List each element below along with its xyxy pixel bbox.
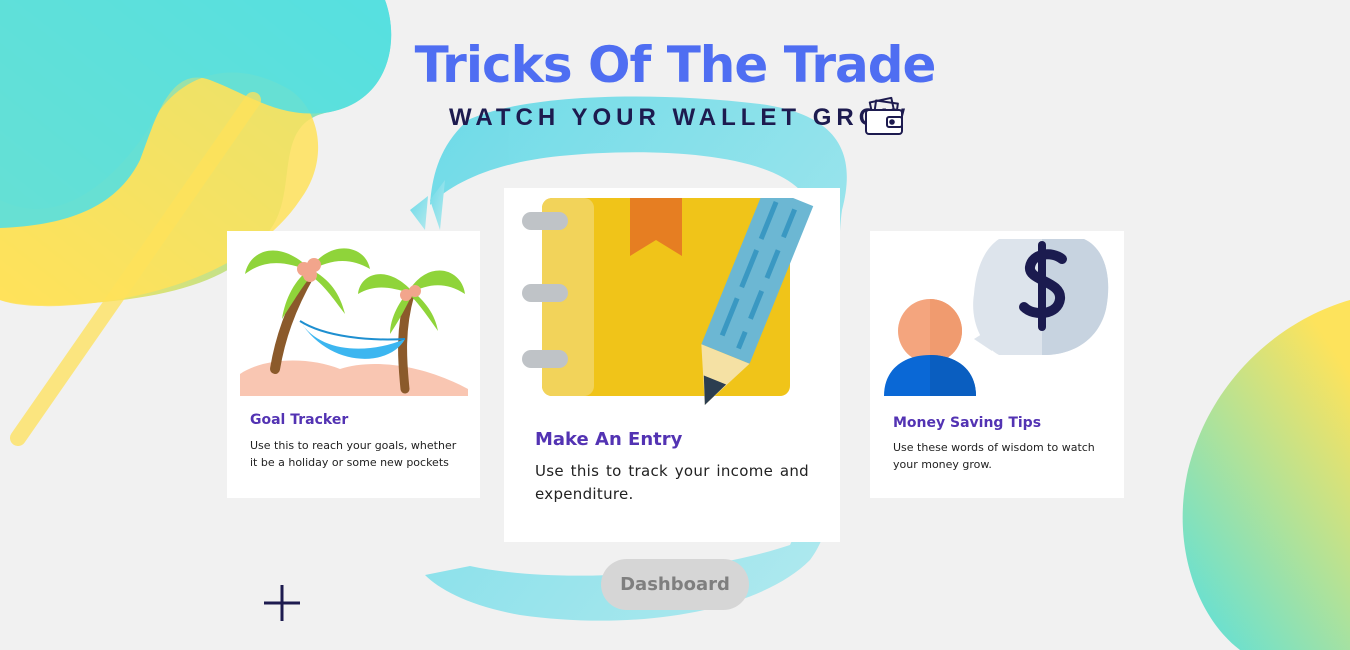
notebook-pencil-illustration <box>522 198 814 406</box>
page-subtitle: WATCH YOUR WALLET GROW <box>449 104 911 131</box>
card-description: Use these words of wisdom to watch your … <box>893 441 1095 471</box>
plus-icon[interactable] <box>263 584 301 622</box>
make-entry-card[interactable]: Make An Entry Use this to track your inc… <box>504 188 840 542</box>
bottom-right-blob <box>1182 300 1350 650</box>
person-dollar-speech-bubble-illustration <box>884 239 1109 396</box>
card-title: Make An Entry <box>535 429 683 450</box>
card-description: Use this to reach your goals, whether it… <box>250 439 457 469</box>
money-saving-tips-card[interactable]: Money Saving Tips Use these words of wis… <box>870 231 1124 498</box>
card-title: Goal Tracker <box>250 412 349 428</box>
page-title: Tricks Of The Trade <box>414 36 937 94</box>
dashboard-button[interactable]: Dashboard <box>601 559 749 610</box>
card-title: Money Saving Tips <box>893 415 1042 431</box>
card-description: Use this to track your income and expend… <box>535 462 809 503</box>
goal-tracker-card[interactable]: Goal Tracker Use this to reach your goal… <box>227 231 480 498</box>
palm-trees-hammock-illustration <box>240 248 468 396</box>
wallet-icon <box>865 96 903 135</box>
